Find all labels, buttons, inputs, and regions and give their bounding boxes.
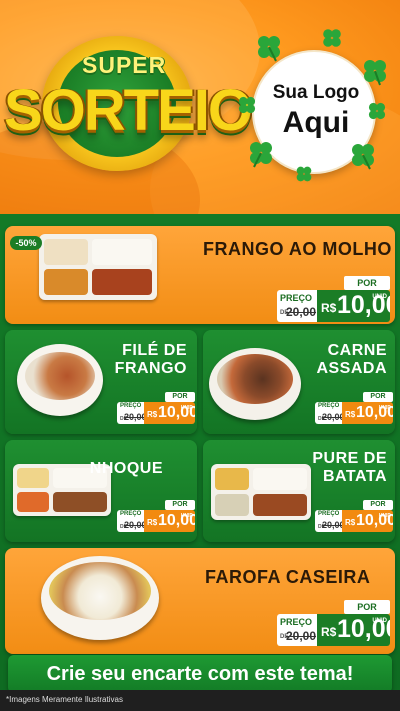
new-price: R$ 10,00 UNID	[342, 402, 393, 424]
old-price: PREÇO DE 20,00	[117, 510, 147, 532]
product-name: PURE DE BATATA	[312, 450, 387, 485]
new-price: R$ 10,00 UNID	[342, 510, 393, 532]
old-price: PREÇO DE 20,00	[315, 510, 345, 532]
product-name-line1: FILÉ DE	[122, 342, 187, 359]
food-compartment	[253, 468, 307, 490]
old-price-value: 20,00	[286, 629, 317, 643]
food-compartment	[215, 468, 249, 490]
currency-label: R$	[147, 518, 158, 527]
food-image-pure-de-batata	[211, 464, 311, 520]
food-compartment	[92, 239, 152, 265]
product-name-line1: PURE DE	[312, 450, 387, 467]
preco-label: PREÇO	[280, 617, 313, 627]
four-leaf-clover-icon	[323, 29, 341, 47]
old-price: PREÇO DE 20,00	[117, 402, 147, 424]
food-content	[25, 352, 95, 400]
food-image-file-de-frango	[17, 344, 103, 416]
old-price: PREÇO DE 20,00	[315, 402, 345, 424]
four-leaf-clover-icon	[364, 60, 386, 86]
product-name: FAROFA CASEIRA	[205, 567, 371, 587]
new-price: R$ 10,00 UNID	[144, 402, 195, 424]
preco-label: PREÇO	[318, 511, 340, 517]
four-leaf-clover-icon	[258, 36, 280, 62]
discount-badge: -50%	[10, 236, 42, 250]
food-compartment	[17, 492, 49, 512]
four-leaf-clover-icon	[352, 144, 374, 170]
preco-label: PREÇO	[120, 403, 142, 409]
new-price: R$ 10,00 UNID	[317, 290, 390, 322]
footer-disclaimer: *Imagens Meramente Ilustrativas	[6, 695, 123, 704]
price-tag: POR PREÇO DE 20,00 R$ 10,00 UNID	[277, 276, 390, 322]
header-banner: SUPER SORTEIO Sua Logo Aqui	[0, 0, 400, 214]
price-tag: POR PREÇO DE 20,00 R$ 10,00 UNID	[117, 500, 195, 532]
footer-bar: *Imagens Meramente Ilustrativas	[0, 690, 400, 711]
logo-placeholder[interactable]: Sua Logo Aqui	[236, 28, 396, 198]
price-tag: POR PREÇO DE 20,00 R$ 10,00 UNID	[117, 392, 195, 424]
product-name: NHOQUE	[89, 460, 163, 477]
old-price-value: 20,00	[286, 305, 317, 319]
currency-label: R$	[345, 410, 356, 419]
cta-button[interactable]: Crie seu encarte com este tema!	[8, 655, 392, 693]
food-compartment	[44, 239, 88, 265]
por-label: POR	[344, 600, 390, 614]
new-price: R$ 10,00 UNID	[317, 614, 390, 646]
product-name-line2: BATATA	[322, 467, 387, 485]
currency-label: R$	[147, 410, 158, 419]
food-compartment	[253, 494, 307, 516]
logo-text-line2: Aqui	[282, 106, 350, 139]
product-name: FRANGO AO MOLHO	[203, 239, 392, 259]
four-leaf-clover-icon	[238, 96, 256, 114]
product-card-nhoque[interactable]: NHOQUE POR PREÇO DE 20,00 R$ 10,00 UNID	[5, 440, 197, 542]
por-label: POR	[363, 500, 393, 510]
food-image-frango-ao-molho	[39, 234, 157, 300]
unit-label: UNID	[180, 513, 193, 519]
four-leaf-clover-icon	[368, 102, 386, 120]
old-price: PREÇO DE 20,00	[277, 290, 317, 322]
currency-label: R$	[345, 518, 356, 527]
por-label: POR	[344, 276, 390, 290]
unit-label: UNID	[372, 294, 387, 300]
food-compartment	[17, 468, 49, 488]
preco-label: PREÇO	[280, 293, 313, 303]
product-name: FILÉ DE FRANGO	[115, 342, 187, 377]
new-price: R$ 10,00 UNID	[144, 510, 195, 532]
product-name: CARNE ASSADA	[316, 342, 387, 377]
price-tag: POR PREÇO DE 20,00 R$ 10,00 UNID	[277, 600, 390, 646]
product-card-farofa-caseira[interactable]: FAROFA CASEIRA POR PREÇO DE 20,00 R$ 10,…	[5, 548, 395, 654]
currency-label: R$	[321, 625, 337, 639]
four-leaf-clover-icon	[250, 142, 272, 168]
old-price: PREÇO DE 20,00	[277, 614, 317, 646]
unit-label: UNID	[378, 405, 391, 411]
product-card-pure-de-batata[interactable]: PURE DE BATATA POR PREÇO DE 20,00 R$ 10,…	[203, 440, 395, 542]
food-compartment	[92, 269, 152, 295]
food-content	[217, 354, 293, 404]
preco-label: PREÇO	[318, 403, 340, 409]
food-image-farofa-caseira	[41, 556, 159, 640]
super-label: SUPER	[82, 52, 167, 78]
food-image-carne-assada	[209, 348, 301, 420]
por-label: POR	[165, 500, 195, 510]
super-sorteio-logo: SUPER SORTEIO	[4, 36, 253, 176]
product-card-file-de-frango[interactable]: FILÉ DE FRANGO POR PREÇO DE 20,00 R$ 10,…	[5, 330, 197, 434]
product-name-line1: CARNE	[327, 342, 387, 359]
food-compartment	[53, 492, 107, 512]
unit-label: UNID	[378, 513, 391, 519]
food-compartment	[215, 494, 249, 516]
product-card-frango-ao-molho[interactable]: FRANGO AO MOLHO POR PREÇO DE 20,00 R$ 10…	[5, 226, 395, 324]
sorteio-label: SORTEIO	[4, 78, 253, 143]
food-compartment	[44, 269, 88, 295]
food-content	[49, 562, 151, 620]
product-name-line2: FRANGO	[114, 359, 187, 377]
product-name-line2: ASSADA	[316, 359, 387, 377]
price-tag: POR PREÇO DE 20,00 R$ 10,00 UNID	[315, 392, 393, 424]
por-label: POR	[363, 392, 393, 402]
product-card-carne-assada[interactable]: CARNE ASSADA POR PREÇO DE 20,00 R$ 10,00…	[203, 330, 395, 434]
four-leaf-clover-icon	[296, 166, 312, 182]
currency-label: R$	[321, 301, 337, 315]
unit-label: UNID	[180, 405, 193, 411]
price-tag: POR PREÇO DE 20,00 R$ 10,00 UNID	[315, 500, 393, 532]
unit-label: UNID	[372, 618, 387, 624]
por-label: POR	[165, 392, 195, 402]
preco-label: PREÇO	[120, 511, 142, 517]
